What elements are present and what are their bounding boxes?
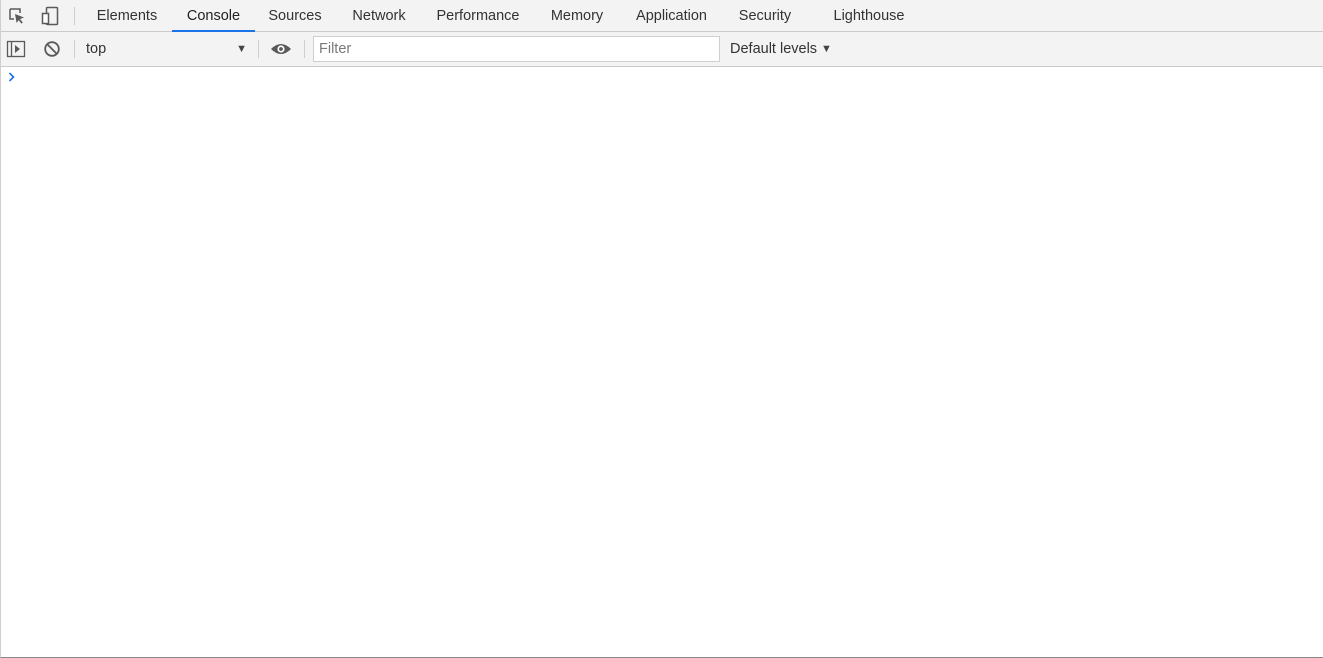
tab-lighthouse[interactable]: Lighthouse [823,0,915,32]
chevron-right-icon [7,70,17,84]
tab-security[interactable]: Security [729,0,801,32]
toolbar-divider [74,40,75,58]
live-expression-eye-icon[interactable] [270,38,292,60]
filter-input[interactable] [313,36,720,62]
show-sidebar-icon[interactable] [5,38,27,60]
inspect-element-icon[interactable] [6,5,28,27]
console-output-area[interactable] [1,67,1323,657]
tab-application[interactable]: Application [624,0,719,32]
toolbar-divider [304,40,305,58]
console-toolbar: top ▼ Default levels▼ [1,32,1323,67]
devtools-tab-bar: Elements Console Sources Network Perform… [1,0,1323,32]
dropdown-arrow-icon: ▼ [236,43,247,55]
tab-elements[interactable]: Elements [87,0,167,32]
tab-memory[interactable]: Memory [540,0,614,32]
context-value: top [86,41,107,57]
toolbar-divider [74,7,75,25]
tab-network[interactable]: Network [340,0,418,32]
log-levels-label: Default levels [730,41,818,57]
tab-console[interactable]: Console [172,0,255,32]
dropdown-arrow-icon: ▼ [821,43,832,55]
tab-performance[interactable]: Performance [427,0,529,32]
tab-sources[interactable]: Sources [259,0,331,32]
clear-console-icon[interactable] [41,38,63,60]
javascript-context-select[interactable]: top ▼ [81,37,251,61]
devtools-panel: Elements Console Sources Network Perform… [0,0,1323,658]
log-levels-dropdown[interactable]: Default levels ▼ [730,37,832,61]
device-toolbar-icon[interactable] [39,5,61,27]
toolbar-divider [258,40,259,58]
